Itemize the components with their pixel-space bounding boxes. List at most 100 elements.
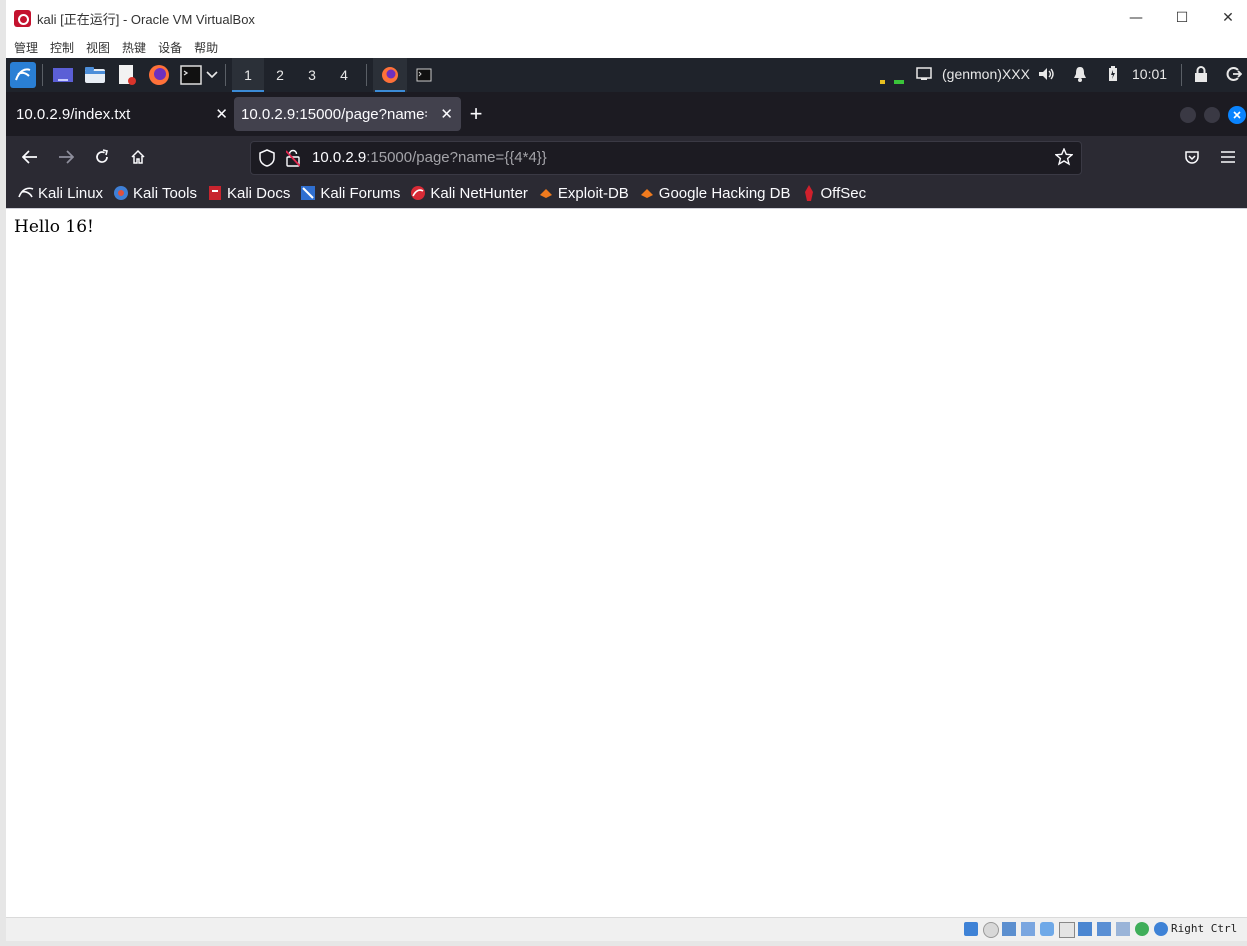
kali-forums-icon <box>300 185 316 201</box>
maximize-button[interactable]: ☐ <box>1159 0 1205 36</box>
bookmark-star-icon[interactable] <box>1054 147 1074 170</box>
usb-icon[interactable] <box>1040 922 1054 936</box>
cpu-graph-icon <box>880 80 885 84</box>
firefox-launcher-icon[interactable] <box>147 63 171 87</box>
hamburger-menu-icon <box>1221 151 1235 163</box>
panel-separator <box>1181 64 1182 86</box>
genmon-label: (genmon)XXX <box>942 66 1030 82</box>
new-tab-button[interactable]: + <box>465 97 487 131</box>
lock-screen-icon[interactable] <box>1194 66 1208 85</box>
tab-index-txt[interactable]: 10.0.2.9/index.txt ✕ <box>6 97 236 131</box>
panel-separator <box>42 64 43 86</box>
home-button[interactable] <box>123 142 153 172</box>
chevron-down-icon[interactable] <box>205 63 219 87</box>
clock[interactable]: 10:01 <box>1132 66 1167 82</box>
reload-button[interactable] <box>87 142 117 172</box>
exploit-db-icon <box>538 185 554 201</box>
tab-page-active[interactable]: 10.0.2.9:15000/page?name={ ✕ <box>234 97 461 131</box>
logout-icon[interactable] <box>1226 66 1243 85</box>
nethunter-icon <box>410 185 426 201</box>
page-text: Hello 16! <box>14 217 94 237</box>
menu-control[interactable]: 控制 <box>50 39 74 56</box>
close-icon <box>1233 111 1241 119</box>
bookmark-google-hacking-db[interactable]: Google Hacking DB <box>639 185 791 202</box>
window-title: kali [正在运行] - Oracle VM VirtualBox <box>37 11 255 27</box>
menu-hotkey[interactable]: 热键 <box>122 39 146 56</box>
forward-arrow-icon <box>59 150 74 164</box>
pocket-icon <box>1185 151 1199 164</box>
audio-icon[interactable] <box>1002 922 1016 936</box>
shared-folders-icon[interactable] <box>1059 922 1075 938</box>
network-graph-icon <box>894 80 904 84</box>
mouse-integration-icon[interactable] <box>1154 922 1168 936</box>
menu-devices[interactable]: 设备 <box>158 39 182 56</box>
notification-bell-icon[interactable] <box>1073 66 1087 85</box>
firefox-nav-bar: 10.0.2.9:15000/page?name={{4*4}} <box>6 136 1247 178</box>
bookmark-offsec[interactable]: OffSec <box>801 185 866 202</box>
terminal-launcher-icon[interactable] <box>179 63 203 87</box>
bookmark-kali-nethunter[interactable]: Kali NetHunter <box>410 185 528 202</box>
terminal-icon <box>416 68 432 82</box>
firefox-icon <box>382 67 398 83</box>
cpu-icon[interactable] <box>1116 922 1130 936</box>
guest-additions-icon[interactable] <box>1135 922 1149 936</box>
kali-menu-icon[interactable] <box>10 62 36 88</box>
display-icon[interactable] <box>1078 922 1092 936</box>
home-icon <box>131 149 145 164</box>
bookmark-exploit-db[interactable]: Exploit-DB <box>538 185 629 202</box>
taskbar-firefox[interactable] <box>373 58 407 92</box>
forward-button[interactable] <box>51 142 81 172</box>
taskbar-terminal[interactable] <box>407 58 441 92</box>
bookmark-kali-docs[interactable]: Kali Docs <box>207 185 290 202</box>
vbox-titlebar: kali [正在运行] - Oracle VM VirtualBox — ☐ ✕ <box>6 0 1247 36</box>
workspace-1[interactable]: 1 <box>232 58 264 92</box>
hard-disk-icon[interactable] <box>964 922 978 936</box>
back-button[interactable] <box>15 142 45 172</box>
workspace-3[interactable]: 3 <box>296 58 328 92</box>
bookmark-kali-linux[interactable]: Kali Linux <box>18 185 103 202</box>
window-minimize-button[interactable] <box>1180 107 1196 123</box>
tab-close-icon[interactable]: ✕ <box>437 105 453 123</box>
vbox-statusbar: Right Ctrl <box>6 917 1247 941</box>
url-bar[interactable]: 10.0.2.9:15000/page?name={{4*4}} <box>250 141 1082 175</box>
host-key-label: Right Ctrl <box>1171 922 1238 935</box>
insecure-lock-icon[interactable] <box>285 149 301 171</box>
close-button[interactable]: ✕ <box>1205 0 1247 36</box>
panel-separator <box>366 64 367 86</box>
panel-separator <box>225 64 226 86</box>
kali-docs-icon <box>207 185 223 201</box>
menu-view[interactable]: 视图 <box>86 39 110 56</box>
window-maximize-button[interactable] <box>1204 107 1220 123</box>
menu-help[interactable]: 帮助 <box>194 39 218 56</box>
firefox-tab-bar: 10.0.2.9/index.txt ✕ 10.0.2.9:15000/page… <box>6 92 1247 136</box>
workspace-4[interactable]: 4 <box>328 58 360 92</box>
network-adapter-icon[interactable] <box>1021 922 1035 936</box>
menu-manage[interactable]: 管理 <box>14 39 38 56</box>
kali-dragon-icon <box>18 185 34 201</box>
tracking-protection-shield-icon[interactable] <box>259 149 275 171</box>
url-host: 10.0.2.9 <box>312 149 367 166</box>
url-path: :15000/page?name={{4*4}} <box>366 149 547 166</box>
show-desktop-icon[interactable] <box>51 63 75 87</box>
pocket-button[interactable] <box>1177 142 1207 172</box>
bookmarks-toolbar: Kali Linux Kali Tools Kali Docs Kali For… <box>6 178 1247 208</box>
minimize-button[interactable]: — <box>1113 0 1159 36</box>
tab-close-icon[interactable]: ✕ <box>215 105 228 123</box>
optical-drive-icon[interactable] <box>983 922 999 938</box>
kali-panel: 1 2 3 4 (genmon)XXX 10:01 <box>6 58 1247 92</box>
bookmark-kali-tools[interactable]: Kali Tools <box>113 185 197 202</box>
video-capture-icon[interactable] <box>1097 922 1111 936</box>
virtualbox-icon <box>14 9 31 27</box>
bookmark-kali-forums[interactable]: Kali Forums <box>300 185 400 202</box>
text-editor-icon[interactable] <box>115 63 139 87</box>
file-manager-icon[interactable] <box>83 63 107 87</box>
volume-icon[interactable] <box>1037 66 1055 85</box>
app-menu-button[interactable] <box>1213 142 1243 172</box>
workspace-2[interactable]: 2 <box>264 58 296 92</box>
battery-icon[interactable] <box>1108 66 1118 85</box>
network-icon[interactable] <box>916 67 932 84</box>
offsec-icon <box>801 185 817 201</box>
host-background-strip <box>0 941 1247 946</box>
window-close-button[interactable] <box>1228 106 1246 124</box>
url-text: 10.0.2.9:15000/page?name={{4*4}} <box>312 149 547 166</box>
